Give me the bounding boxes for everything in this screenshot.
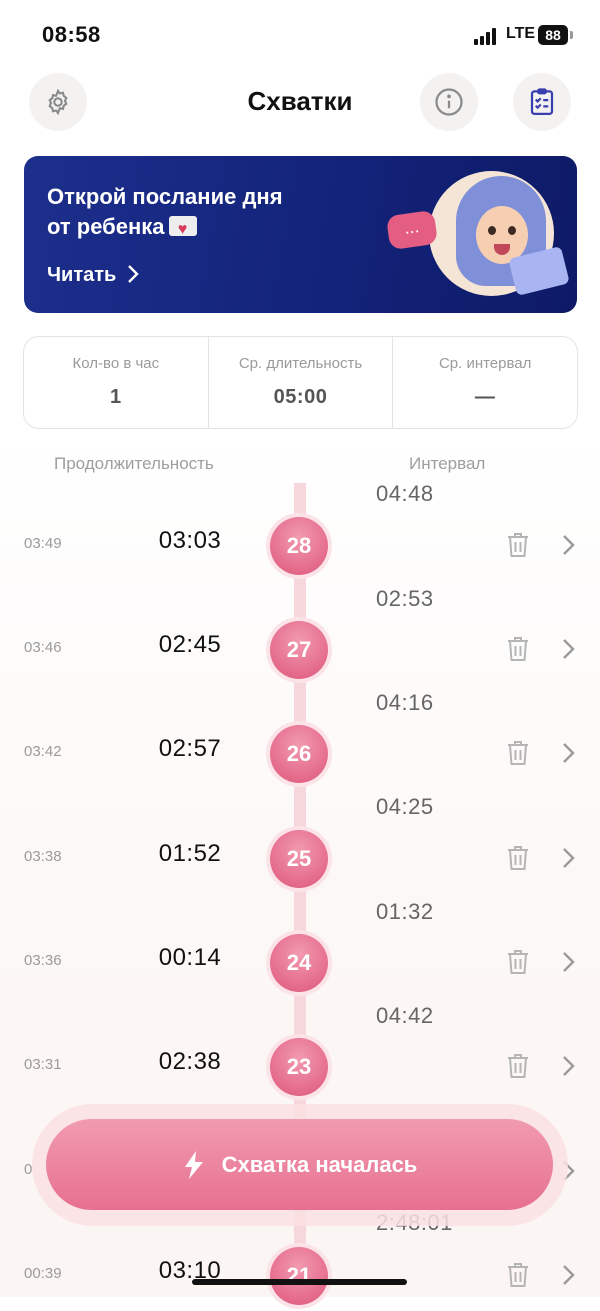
banner-line-2: от ребенка [47,214,165,239]
chevron-right-icon[interactable] [560,950,576,974]
chevron-right-icon[interactable] [560,1263,576,1287]
contraction-time: 03:36 [24,952,62,969]
trash-icon[interactable] [506,1262,530,1288]
stat-value: 05:00 [273,386,328,408]
interval-value: 04:42 [376,1003,434,1028]
stat-label: Ср. интервал [438,355,532,372]
stat-value: 1 [110,386,122,408]
contraction-time: 03:46 [24,639,62,656]
trash-icon[interactable] [506,636,530,662]
contraction-number: 25 [270,830,328,888]
contraction-time: 03:42 [24,743,62,760]
battery-icon: 88 [538,25,568,45]
banner-title: Открой послание дня от ребенка [47,182,347,245]
chevron-right-icon[interactable] [560,533,576,557]
chevron-right-icon[interactable] [560,846,576,870]
banner-line-2-wrap: от ребенка [47,212,347,245]
contraction-row[interactable]: 03:31 02:38 23 [0,1032,600,1102]
contraction-duration: 02:45 [158,631,222,658]
contraction-number: 27 [270,621,328,679]
love-letter-icon [168,215,197,245]
chevron-right-icon [128,265,139,283]
baby-eye [488,226,496,235]
read-link-label: Читать [47,264,117,286]
clipboard-check-icon [530,88,554,115]
read-link[interactable]: Читать [47,264,140,287]
contraction-duration: 03:03 [158,527,222,554]
contraction-time: 03:31 [24,1056,62,1073]
contraction-started-button[interactable]: Схватка началась [46,1119,553,1210]
page-title: Схватки [247,86,353,116]
contraction-row[interactable]: 03:49 03:03 28 [0,511,600,581]
interval-value: 04:16 [376,690,434,715]
column-header-duration: Продолжительность [54,454,214,473]
info-icon [435,88,463,116]
lightning-icon [184,1150,203,1179]
trash-icon[interactable] [506,740,530,766]
contraction-number: 24 [270,934,328,992]
contraction-duration: 01:52 [158,840,222,867]
interval-value: 04:48 [376,481,434,506]
contraction-number: 26 [270,725,328,783]
contraction-row[interactable]: 00:39 03:10 21 [0,1241,600,1311]
contraction-duration: 00:14 [158,944,222,971]
home-indicator[interactable] [192,1279,407,1285]
baby-eye [508,226,516,235]
network-type: LTE [506,25,536,42]
trash-icon[interactable] [506,845,530,871]
contraction-duration: 02:38 [158,1048,222,1075]
chevron-right-icon[interactable] [560,741,576,765]
stat-value: — [474,386,496,408]
contraction-time: 00:39 [24,1265,62,1282]
signal-icon [474,27,500,45]
history-button[interactable] [513,73,571,131]
stat-avg-interval: Ср. интервал — [392,337,577,428]
contraction-time: 03:38 [24,848,62,865]
status-time: 08:58 [42,22,101,47]
interval-value: 04:25 [376,794,434,819]
interval-value: 01:32 [376,899,434,924]
contraction-time: 03:49 [24,535,62,552]
contraction-row[interactable]: 03:36 00:14 24 [0,928,600,998]
trash-icon[interactable] [506,949,530,975]
contraction-number: 28 [270,517,328,575]
interval-value: 02:53 [376,586,434,611]
banner-line-1: Открой послание дня [47,184,283,209]
column-header-interval: Интервал [409,454,486,473]
contraction-row[interactable]: 03:46 02:45 27 [0,615,600,685]
stat-per-hour: Кол-во в час 1 [24,337,208,428]
chevron-right-icon[interactable] [560,1054,576,1078]
contraction-duration: 02:57 [158,735,222,762]
stat-avg-duration: Ср. длительность 05:00 [207,337,393,428]
trash-icon[interactable] [506,1053,530,1079]
stats-panel: Кол-во в час 1 Ср. длительность 05:00 Ср… [23,336,578,429]
contraction-row[interactable]: 03:38 01:52 25 [0,824,600,894]
cta-label: Схватка началась [221,1151,418,1177]
stat-label: Кол-во в час [72,355,160,372]
chevron-right-icon[interactable] [560,637,576,661]
contraction-number: 21 [270,1247,328,1305]
battery-tip [570,31,573,39]
contraction-number: 23 [270,1038,328,1096]
daily-message-banner[interactable]: Открой послание дня от ребенка Читать ..… [24,156,577,313]
trash-icon[interactable] [506,532,530,558]
info-button[interactable] [420,73,478,131]
stat-label: Ср. длительность [238,355,363,372]
status-bar: 08:58 LTE 88 [0,0,600,70]
contraction-row[interactable]: 03:42 02:57 26 [0,719,600,789]
